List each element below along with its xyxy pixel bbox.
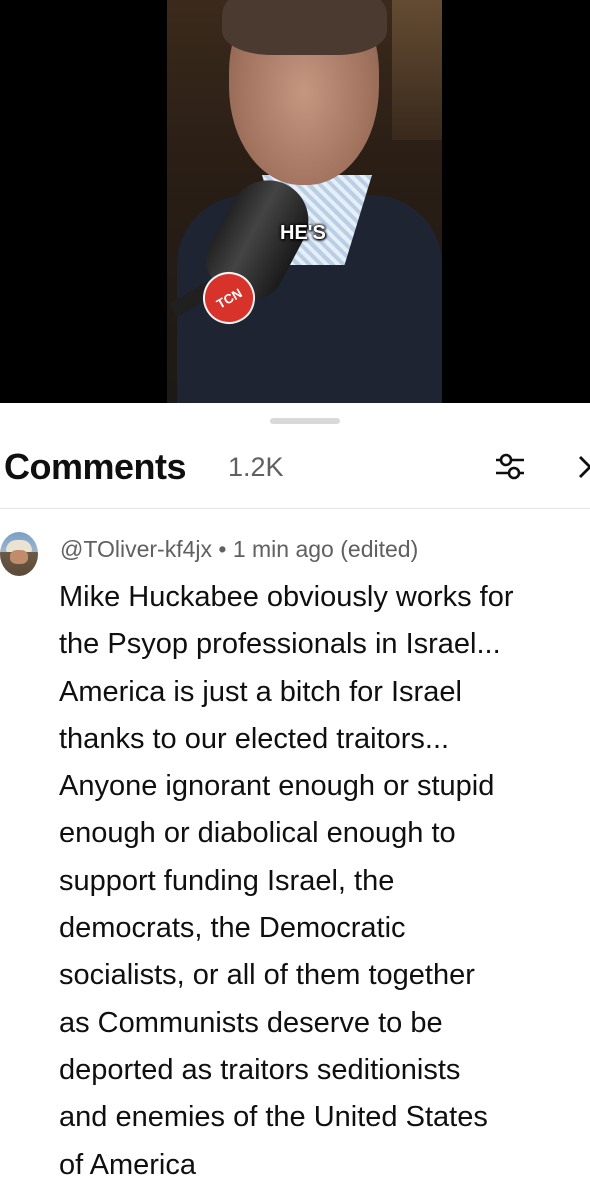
comments-count: 1.2K	[228, 452, 284, 482]
comment-line: deported as traitors seditionists	[59, 1053, 461, 1086]
background-window	[392, 0, 442, 140]
comment-line: thanks to our elected traitors...	[59, 722, 450, 755]
avatar-face	[10, 550, 28, 564]
comment-time: 1 min ago (edited)	[232, 536, 419, 562]
comment-author[interactable]: @TOliver-kf4jx	[60, 536, 212, 562]
comment-line: the Psyop professionals in Israel...	[59, 628, 501, 661]
video-frame: TCN HE'S	[167, 0, 442, 403]
close-chevron-icon[interactable]	[577, 454, 590, 480]
comment-meta: @TOliver-kf4jx • 1 min ago (edited)	[60, 536, 418, 563]
comment-line: support funding Israel, the	[59, 864, 395, 897]
comment-line: socialists, or all of them together	[59, 959, 475, 992]
comments-title: Comments	[4, 446, 187, 487]
comment-line: as Communists deserve to be	[59, 1006, 443, 1039]
comment-line: of America	[59, 1148, 196, 1181]
comment-line: enough or diabolical enough to	[59, 817, 456, 850]
panel-drag-handle[interactable]	[270, 418, 340, 424]
comment-line: America is just a bitch for Israel	[59, 675, 462, 708]
comments-header: Comments 1.2K	[0, 440, 590, 496]
comment-line: and enemies of the United States	[59, 1101, 488, 1134]
comment-line: Anyone ignorant enough or stupid	[59, 770, 495, 803]
filter-sliders-icon[interactable]	[492, 448, 528, 484]
comment-line: democrats, the Democratic	[59, 912, 406, 945]
author-avatar[interactable]	[0, 532, 38, 576]
video-player[interactable]: TCN HE'S	[0, 0, 590, 403]
comment-body: Mike Huckabee obviously works for the Ps…	[59, 574, 590, 1189]
header-divider	[0, 508, 590, 509]
meta-separator: •	[218, 536, 227, 562]
comment-line: Mike Huckabee obviously works for	[59, 581, 514, 613]
speaker-hair	[222, 0, 387, 55]
video-caption: HE'S	[280, 222, 326, 244]
